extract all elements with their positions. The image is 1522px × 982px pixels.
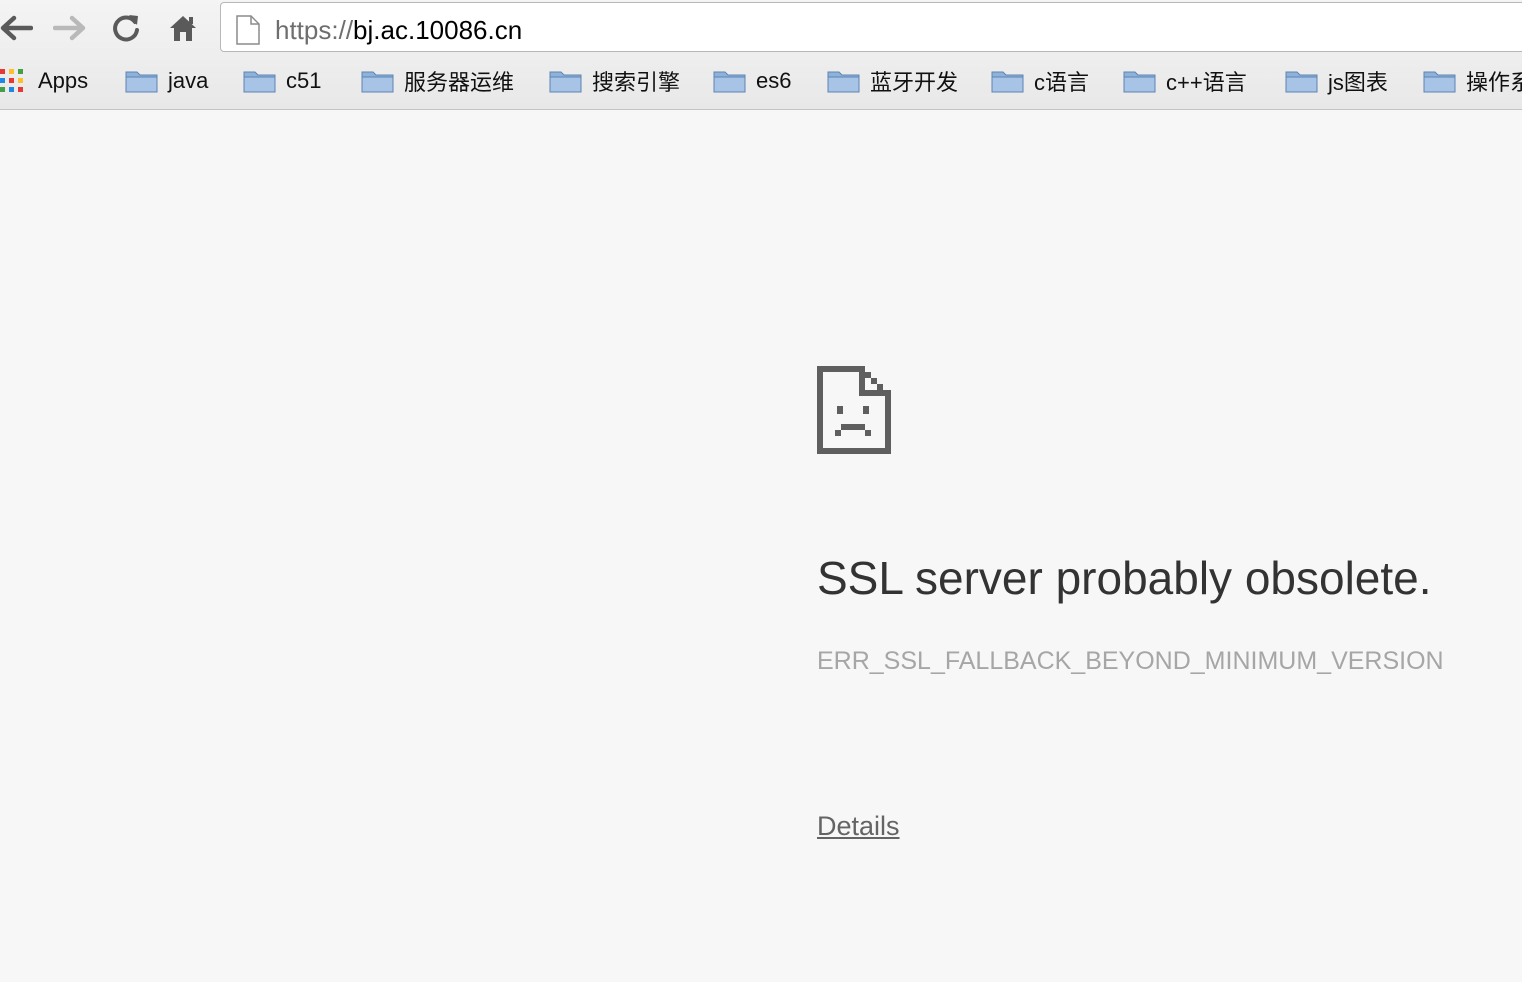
folder-icon <box>1285 71 1318 93</box>
folder-icon <box>361 71 394 93</box>
bookmark-label: 服务器运维 <box>404 70 515 95</box>
arrow-right-icon <box>53 15 86 41</box>
bookmark-folder[interactable]: c++语言 <box>1123 66 1247 96</box>
folder-icon <box>827 71 860 93</box>
reload-icon <box>113 15 139 42</box>
bookmark-label: java <box>168 68 209 93</box>
folder-icon <box>1423 71 1456 93</box>
bookmark-label: Apps <box>38 68 89 93</box>
bookmark-label: 操作系 <box>1466 70 1522 95</box>
bookmarks-bar: Apps java c51 服务器运维 搜索引擎 es6 蓝牙开发 c语言 c+… <box>0 60 1522 104</box>
forward-button[interactable] <box>50 8 90 48</box>
bookmark-folder[interactable]: c语言 <box>991 66 1089 96</box>
home-button[interactable] <box>163 8 203 48</box>
bookmark-label: js图表 <box>1328 70 1388 95</box>
bookmark-folder[interactable]: 服务器运维 <box>361 66 514 96</box>
error-code: ERR_SSL_FALLBACK_BEYOND_MINIMUM_VERSION <box>817 647 1444 675</box>
home-icon <box>170 16 196 41</box>
bookmark-folder[interactable]: 蓝牙开发 <box>827 66 958 96</box>
bookmark-label: es6 <box>756 68 792 93</box>
browser-chrome: https://bj.ac.10086.cn Apps java c51 服务器… <box>0 0 1522 110</box>
folder-icon <box>549 71 582 93</box>
bookmark-folder[interactable]: es6 <box>713 66 791 96</box>
folder-icon <box>243 71 276 93</box>
error-page: SSL server probably obsolete. ERR_SSL_FA… <box>0 110 1522 982</box>
folder-icon <box>713 71 746 93</box>
folder-icon <box>125 71 158 93</box>
folder-icon <box>991 71 1024 93</box>
url-text[interactable]: https://bj.ac.10086.cn <box>275 15 522 45</box>
bookmark-folder[interactable]: js图表 <box>1285 66 1388 96</box>
bookmark-label: 搜索引擎 <box>592 70 681 95</box>
bookmark-folder[interactable]: java <box>125 66 208 96</box>
sad-page-icon <box>817 366 891 454</box>
details-link[interactable]: Details <box>817 810 900 842</box>
page-icon <box>236 15 260 45</box>
bookmark-label: c51 <box>286 68 322 93</box>
arrow-left-icon <box>0 15 33 41</box>
url-scheme: https:// <box>275 15 354 45</box>
apps-grid-icon <box>0 69 23 92</box>
bookmark-label: c++语言 <box>1166 70 1247 95</box>
url-host: bj.ac.10086.cn <box>353 15 523 45</box>
back-button[interactable] <box>0 8 36 48</box>
bookmark-apps[interactable]: Apps <box>0 66 88 96</box>
folder-icon <box>1123 71 1156 93</box>
bookmark-folder[interactable]: c51 <box>243 66 321 96</box>
bookmark-folder[interactable]: 操作系 <box>1423 66 1522 96</box>
reload-button[interactable] <box>106 8 146 48</box>
bookmark-label: 蓝牙开发 <box>870 70 959 95</box>
address-bar[interactable]: https://bj.ac.10086.cn <box>220 2 1522 52</box>
bookmark-folder[interactable]: 搜索引擎 <box>549 66 680 96</box>
bookmark-label: c语言 <box>1034 70 1090 95</box>
error-title: SSL server probably obsolete. <box>817 552 1432 604</box>
